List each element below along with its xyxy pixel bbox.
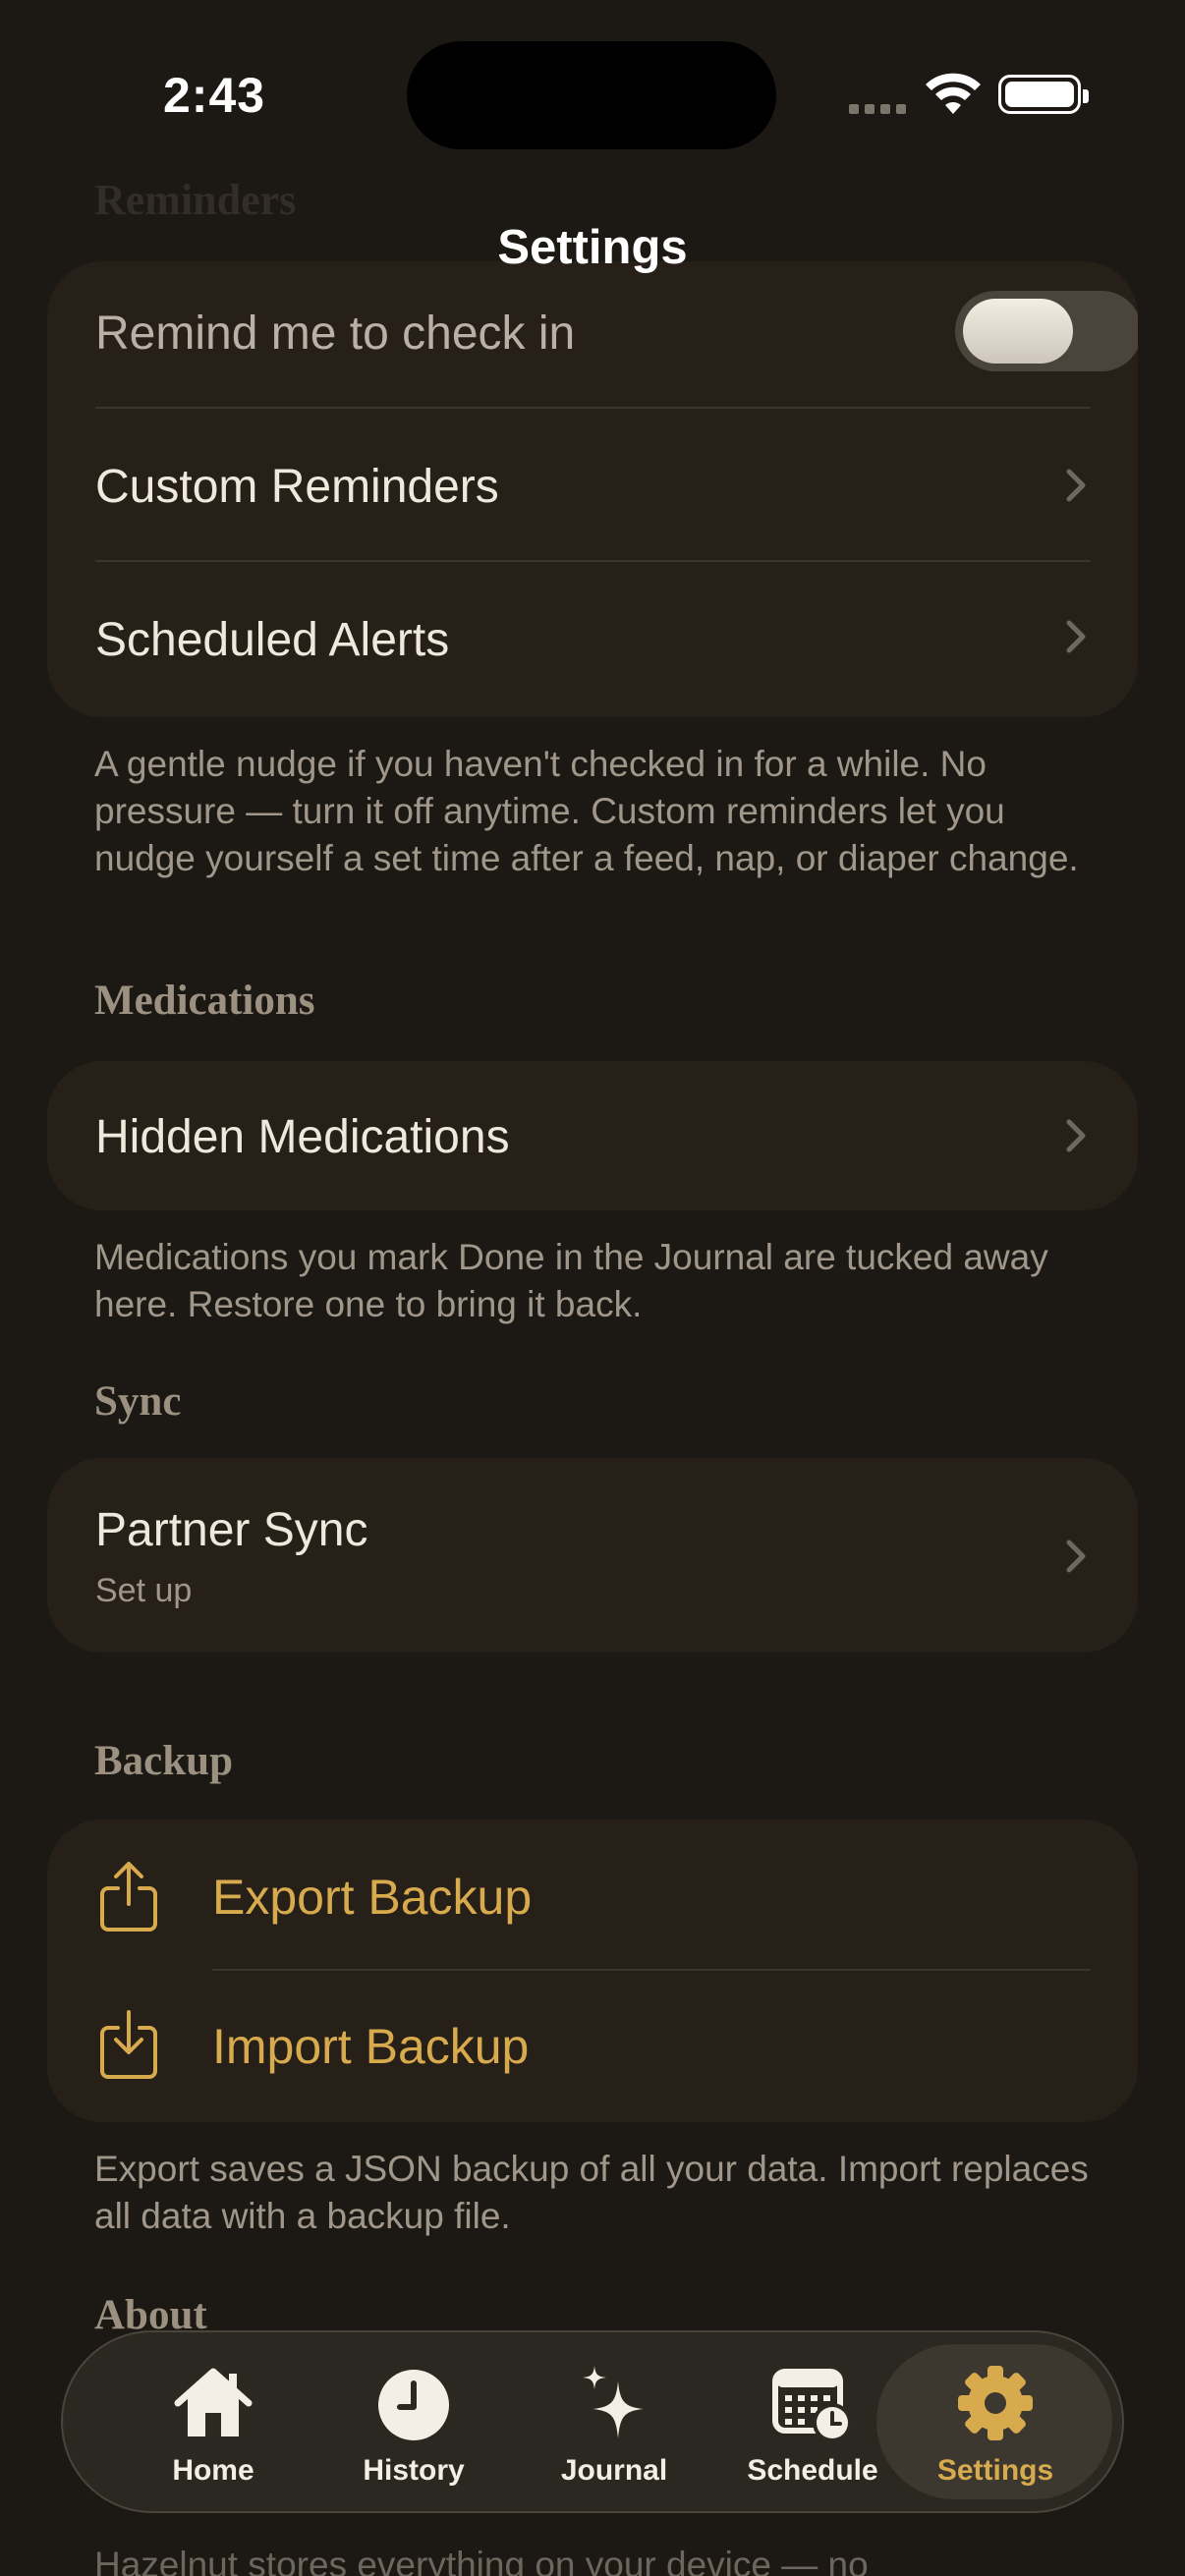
backup-header: Backup (94, 1738, 234, 1784)
backup-footer: Export saves a JSON backup of all your d… (94, 2149, 1089, 2236)
wifi-icon (926, 73, 981, 114)
sparkles-icon (583, 2366, 644, 2438)
backup-card: Export Backup Import Backup (47, 1820, 1138, 2122)
tab-bar: Home History Journal Schedule Settings (61, 2330, 1124, 2513)
custom-reminders-row[interactable]: Custom Reminders (47, 409, 1138, 562)
chevron-right-icon (1066, 1540, 1086, 1573)
hidden-medications-row[interactable]: Hidden Medications (47, 1061, 1138, 1210)
medications-header: Medications (94, 978, 315, 1024)
status-time: 2:43 (163, 68, 266, 123)
import-backup-row[interactable]: Import Backup (47, 1971, 1138, 2122)
settings-screen: Reminders 2:43 Settings Remind me to che… (0, 0, 1185, 2576)
medications-footer: Medications you mark Done in the Journal… (94, 1237, 1048, 1324)
remind-check-in-label: Remind me to check in (95, 308, 576, 360)
status-bar: 2:43 (0, 0, 1185, 167)
page-title: Settings (497, 221, 688, 274)
scheduled-alerts-label: Scheduled Alerts (95, 614, 450, 666)
tab-journal[interactable]: Journal (513, 2332, 715, 2511)
scheduled-alerts-row[interactable]: Scheduled Alerts (47, 562, 1138, 717)
scrolled-section-header: Reminders (94, 176, 297, 224)
sync-header: Sync (94, 1378, 182, 1425)
chevron-right-icon (1066, 620, 1086, 653)
import-backup-label: Import Backup (212, 2019, 530, 2074)
remind-check-in-toggle[interactable] (955, 291, 1138, 371)
share-icon (100, 1862, 157, 1932)
clock-icon (378, 2370, 449, 2440)
tab-settings-label: Settings (936, 2454, 1054, 2487)
tab-settings[interactable]: Settings (894, 2332, 1097, 2511)
chevron-right-icon (1066, 1119, 1086, 1152)
tab-journal-label: Journal (560, 2454, 668, 2487)
partner-sync-row[interactable]: Partner Sync Set up (47, 1458, 1138, 1652)
tab-schedule-label: Schedule (747, 2454, 878, 2487)
tab-home[interactable]: Home (112, 2332, 314, 2511)
reminders-card: Remind me to check in Custom Reminders S… (47, 261, 1138, 717)
gear-icon (958, 2366, 1033, 2440)
partner-sync-status: Set up (95, 1572, 193, 1609)
house-icon (174, 2368, 253, 2436)
tab-schedule[interactable]: Schedule (711, 2332, 914, 2511)
tab-history[interactable]: History (312, 2332, 515, 2511)
hidden-medications-label: Hidden Medications (95, 1111, 510, 1163)
download-icon (100, 2010, 157, 2079)
partner-sync-label: Partner Sync (95, 1504, 368, 1556)
tab-history-label: History (363, 2454, 465, 2487)
tab-home-label: Home (172, 2454, 254, 2487)
about-footer: Hazelnut stores everything on your devic… (94, 2545, 869, 2576)
medications-card: Hidden Medications (47, 1061, 1138, 1210)
cellular-signal-icon (849, 104, 908, 114)
sync-card: Partner Sync Set up (47, 1458, 1138, 1652)
remind-check-in-row: Remind me to check in (47, 261, 1138, 409)
reminders-footer: A gentle nudge if you haven't checked in… (94, 744, 1079, 878)
export-backup-row[interactable]: Export Backup (47, 1820, 1138, 1971)
custom-reminders-label: Custom Reminders (95, 461, 499, 513)
calendar-clock-icon (772, 2369, 852, 2442)
chevron-right-icon (1066, 469, 1086, 502)
export-backup-label: Export Backup (212, 1870, 533, 1925)
battery-icon (998, 75, 1089, 114)
dynamic-island (407, 41, 776, 149)
